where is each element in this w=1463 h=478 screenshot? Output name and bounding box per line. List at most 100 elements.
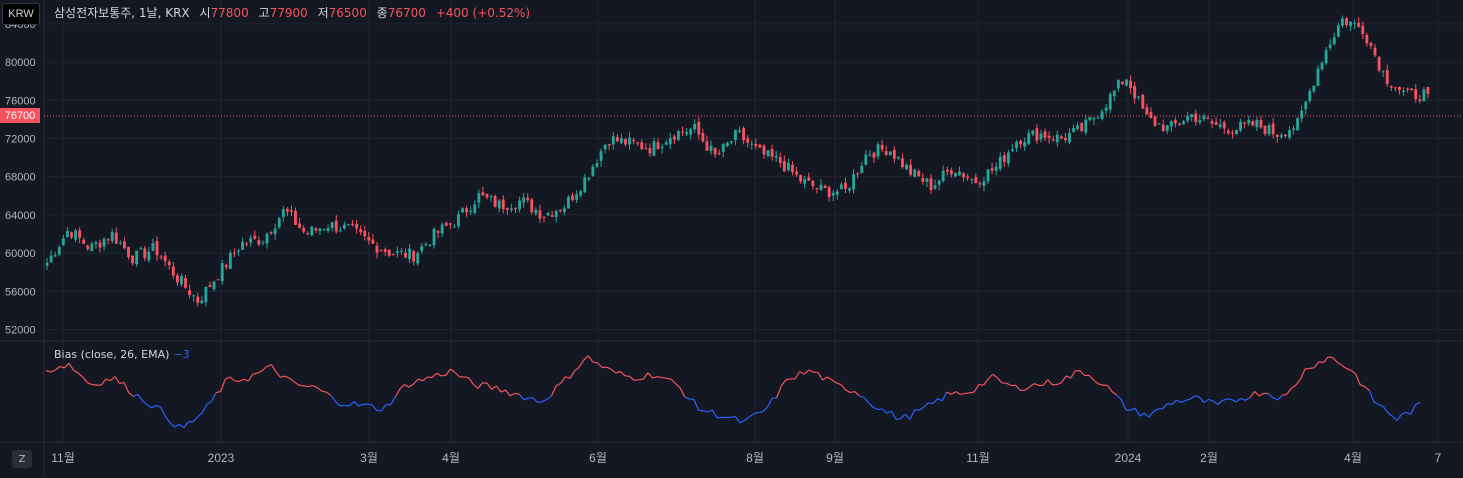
- candle-body: [94, 242, 97, 243]
- candle-body: [282, 209, 285, 217]
- close-value: 76700: [388, 6, 426, 20]
- candle-body: [934, 185, 937, 188]
- candle-body: [437, 231, 440, 233]
- candle-body: [1133, 86, 1136, 99]
- candle-body: [388, 250, 391, 256]
- candle-body: [314, 228, 317, 230]
- candle-body: [701, 133, 704, 141]
- candle-body: [1317, 69, 1320, 86]
- candle-body: [714, 148, 717, 155]
- candle-body: [534, 210, 537, 214]
- candle-body: [693, 124, 696, 129]
- candle-body: [771, 149, 774, 157]
- candle-body: [779, 157, 782, 163]
- candle-body: [494, 196, 497, 207]
- candle-body: [921, 178, 924, 182]
- candle-body: [673, 136, 676, 139]
- candle-body: [893, 150, 896, 159]
- chart-root[interactable]: 5200056000600006400068000720007600080000…: [0, 0, 1463, 474]
- candle-body: [885, 151, 888, 155]
- candle-body: [176, 275, 179, 282]
- candle-body: [481, 192, 484, 195]
- candle-body: [522, 197, 525, 202]
- price-tick-label: 80000: [5, 57, 36, 69]
- time-tick-label: 11월: [51, 451, 75, 465]
- candle-body: [1223, 122, 1226, 128]
- currency-button[interactable]: KRW: [2, 3, 40, 25]
- candle-body: [1370, 43, 1373, 46]
- indicator-name: Bias (close, 26, EMA): [54, 348, 169, 361]
- candle-body: [1345, 18, 1348, 25]
- close-label: 종: [377, 6, 388, 20]
- candle-body: [396, 251, 399, 253]
- chart-canvas[interactable]: 5200056000600006400068000720007600080000…: [0, 0, 1463, 474]
- candle-body: [1227, 131, 1230, 133]
- candle-body: [824, 186, 827, 188]
- candle-body: [278, 218, 281, 227]
- candle-body: [881, 145, 884, 149]
- price-axis: 5200056000600006400068000720007600080000…: [5, 19, 36, 337]
- candle-body: [502, 200, 505, 210]
- candle-body: [111, 232, 114, 241]
- candle-body: [172, 267, 175, 276]
- candle-body: [734, 130, 737, 140]
- candle-body: [726, 143, 729, 147]
- candle-body: [1341, 19, 1344, 26]
- candle-body: [620, 138, 623, 143]
- candle-body: [400, 251, 403, 252]
- candle-body: [657, 142, 660, 149]
- candle-body: [1251, 121, 1254, 125]
- candle-body: [1068, 133, 1071, 142]
- candle-body: [1243, 123, 1246, 124]
- candle-body: [946, 170, 949, 172]
- candle-body: [942, 171, 945, 181]
- bias-segment: [928, 403, 933, 404]
- candle-body: [913, 170, 916, 177]
- candle-body: [1044, 132, 1047, 138]
- candle-body: [1333, 37, 1336, 44]
- time-tick-label: 4월: [1344, 451, 1362, 465]
- candle-body: [1129, 81, 1132, 88]
- candle-body: [294, 211, 297, 225]
- candle-body: [237, 251, 240, 252]
- candle-body: [689, 129, 692, 134]
- candle-body: [640, 142, 643, 149]
- candle-body: [1072, 128, 1075, 132]
- high-value: 77900: [270, 6, 308, 20]
- candle-body: [1300, 111, 1303, 119]
- bias-segment: [303, 386, 308, 387]
- candle-body: [498, 201, 501, 209]
- candle-body: [1056, 135, 1059, 143]
- candle-body: [274, 228, 277, 234]
- candle-body: [486, 194, 489, 198]
- candle-body: [567, 197, 570, 209]
- candle-body: [1076, 125, 1079, 129]
- candle-body: [1125, 80, 1128, 86]
- candle-body: [925, 179, 928, 182]
- candle-body: [958, 172, 961, 176]
- candle-body: [1101, 111, 1104, 118]
- candle-body: [1048, 136, 1051, 138]
- candle-body: [1308, 91, 1311, 101]
- candle-body: [1276, 135, 1279, 137]
- candle-body: [983, 181, 986, 186]
- candle-body: [909, 165, 912, 175]
- indicator-legend[interactable]: Bias (close, 26, EMA)−3: [54, 348, 190, 361]
- candle-body: [954, 173, 957, 176]
- candle-body: [571, 195, 574, 200]
- candle-body: [1235, 130, 1238, 134]
- candle-body: [746, 138, 749, 142]
- candle-body: [1097, 118, 1100, 119]
- candle-body: [266, 234, 269, 244]
- candle-body: [1052, 139, 1055, 140]
- candle-body: [807, 177, 810, 180]
- candle-body: [319, 229, 322, 231]
- candle-body: [1141, 95, 1144, 109]
- candle-body: [877, 144, 880, 156]
- candle-body: [1109, 94, 1112, 109]
- candle-body: [901, 158, 904, 167]
- candle-body: [612, 136, 615, 144]
- candle-body: [477, 193, 480, 202]
- timezone-button[interactable]: Z: [12, 450, 32, 468]
- candle-body: [995, 167, 998, 171]
